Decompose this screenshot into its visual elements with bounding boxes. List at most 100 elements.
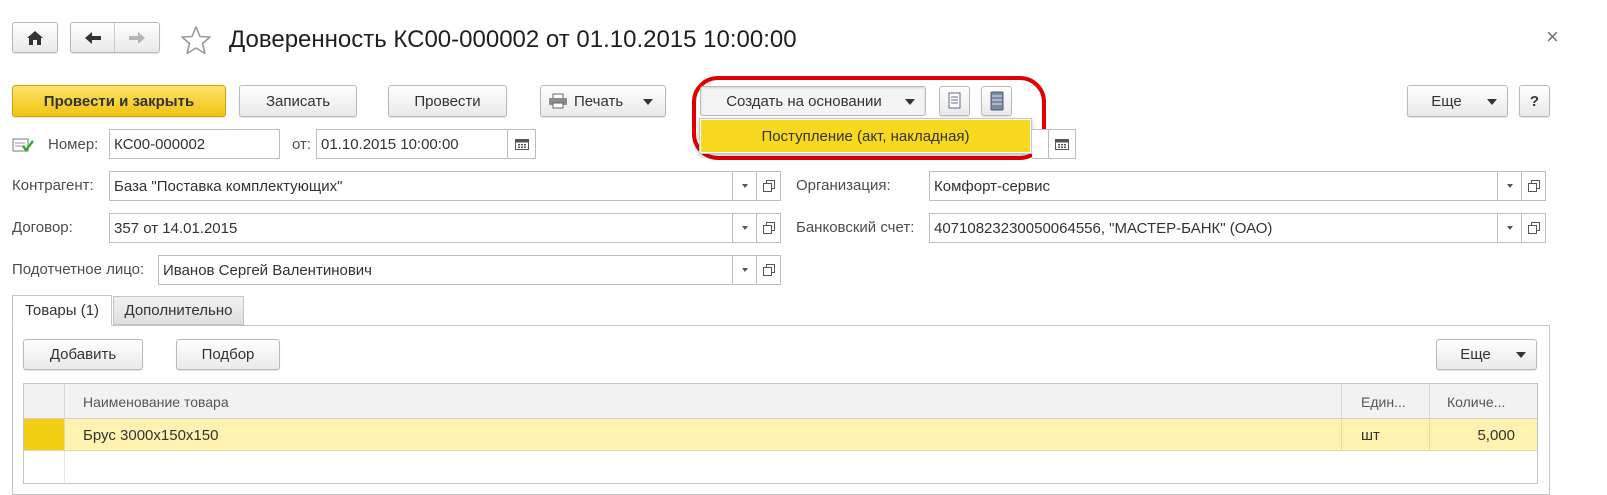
open-icon [1527,222,1540,234]
date-field[interactable]: 01.10.2015 10:00:00 [316,129,508,159]
goods-more-button[interactable]: Еще [1436,339,1537,370]
back-button[interactable] [71,23,116,52]
more-button[interactable]: Еще [1407,85,1508,117]
date-label: от: [292,136,312,153]
goods-more-label: Еще [1460,346,1491,363]
chevron-down-icon [1506,226,1513,230]
organization-label: Организация: [796,177,891,194]
journal-button[interactable] [981,86,1012,116]
chevron-down-icon [1506,184,1513,188]
accountable-person-label: Подотчетное лицо: [12,261,145,278]
tab-additional[interactable]: Дополнительно [113,296,244,325]
create-based-label: Создать на основании [726,92,882,110]
post-label: Провести [414,92,481,110]
menu-item-label: Поступление (акт, накладная) [761,127,970,145]
bank-account-dropdown[interactable] [1498,213,1522,243]
column-header-unit[interactable]: Един... [1361,394,1406,410]
column-divider [64,419,65,451]
add-button[interactable]: Добавить [23,339,143,370]
page-title: Доверенность КС00-000002 от 01.10.2015 1… [229,26,797,53]
accountable-person-dropdown[interactable] [733,255,757,285]
column-divider [1341,384,1342,419]
contract-open-button[interactable] [757,213,781,243]
create-based-menu: Поступление (акт, накладная) [699,118,1032,154]
open-icon [762,264,775,276]
organization-field[interactable]: Комфорт-сервис [929,171,1498,201]
table-header: Наименование товара Един... Количе... [24,384,1537,419]
print-label: Печать [574,92,624,110]
create-based-on-button[interactable]: Создать на основании [700,86,926,116]
save-label: Записать [265,92,331,110]
number-field[interactable]: КС00-000002 [109,129,280,159]
add-label: Добавить [49,346,117,363]
chevron-down-icon [741,268,748,272]
post-and-close-button[interactable]: Провести и закрыть [12,85,226,117]
calendar-button[interactable] [508,129,536,159]
document-structure-icon [948,92,960,109]
tab-goods-label: Товары (1) [24,302,100,319]
column-divider [1429,384,1430,419]
goods-table: Наименование товара Един... Количе... Бр… [23,383,1538,485]
chevron-down-icon [741,184,748,188]
calendar-button-2[interactable] [1048,129,1076,159]
table-row[interactable]: Брус 3000х150х150 шт 5,000 [24,419,1537,451]
calendar-icon [514,138,529,150]
chevron-down-icon [905,99,915,105]
printer-icon [549,93,567,109]
close-icon[interactable]: × [1546,24,1559,50]
column-header-qty[interactable]: Количе... [1447,394,1505,410]
posted-status-icon [12,138,34,152]
contract-field[interactable]: 357 от 14.01.2015 [109,213,733,243]
contract-label: Договор: [12,219,73,236]
bank-account-open-button[interactable] [1522,213,1546,243]
tab-goods[interactable]: Товары (1) [12,295,112,326]
help-label: ? [1529,92,1540,110]
home-button[interactable] [12,22,58,53]
accountable-person-open-button[interactable] [757,255,781,285]
more-label: Еще [1431,92,1462,110]
home-icon [27,30,43,45]
cell-name[interactable]: Брус 3000х150х150 [83,427,218,444]
bank-account-label: Банковский счет: [796,219,915,236]
number-label: Номер: [48,136,99,153]
favorite-star-icon[interactable] [180,25,212,55]
hidden-date-field-edge [1032,129,1048,159]
contract-dropdown[interactable] [733,213,757,243]
accountable-person-field[interactable]: Иванов Сергей Валентинович [158,255,733,285]
register-icon [990,91,1003,111]
tab-additional-label: Дополнительно [124,302,233,319]
cell-qty[interactable]: 5,000 [1477,427,1515,444]
counterparty-label: Контрагент: [12,177,94,194]
row-marker [24,419,64,450]
select-button[interactable]: Подбор [176,339,280,370]
print-button[interactable]: Печать [540,85,666,117]
chevron-down-icon [741,226,748,230]
column-header-name[interactable]: Наименование товара [83,394,229,410]
help-button[interactable]: ? [1519,85,1550,117]
chevron-down-icon [1516,352,1526,358]
chevron-down-icon [643,99,653,105]
open-icon [1527,180,1540,192]
organization-dropdown[interactable] [1498,171,1522,201]
organization-open-button[interactable] [1522,171,1546,201]
post-and-close-label: Провести и закрыть [43,92,195,110]
save-button[interactable]: Записать [239,85,357,117]
open-icon [762,222,775,234]
structure-button[interactable] [939,86,970,116]
column-divider [1429,419,1430,451]
calendar-icon [1055,138,1069,150]
counterparty-open-button[interactable] [757,171,781,201]
post-button[interactable]: Провести [388,85,507,117]
counterparty-dropdown[interactable] [733,171,757,201]
forward-button[interactable] [115,23,159,52]
cell-unit[interactable]: шт [1361,427,1380,444]
counterparty-field[interactable]: База "Поставка комплектующих" [109,171,733,201]
arrow-right-icon [129,31,145,44]
nav-history [70,22,160,53]
column-divider [64,451,65,485]
bank-account-field[interactable]: 40710823230050064556, "МАСТЕР-БАНК" (ОАО… [929,213,1498,243]
column-divider [1341,419,1342,451]
chevron-down-icon [1487,99,1497,105]
open-icon [762,180,775,192]
menu-item-receipt[interactable]: Поступление (акт, накладная) [701,120,1030,152]
